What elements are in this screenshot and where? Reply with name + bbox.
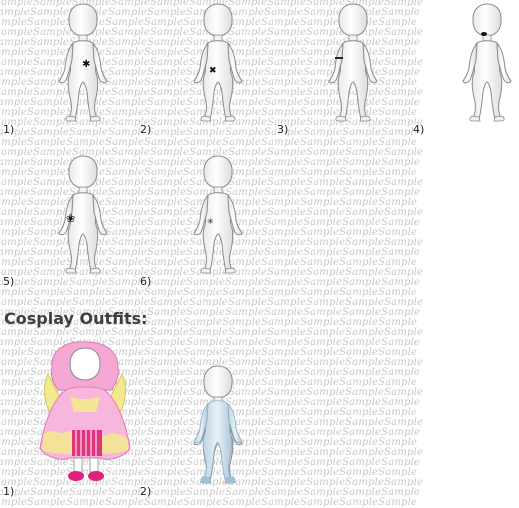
base-item-3[interactable] bbox=[318, 0, 388, 125]
watermark-row: SampleSampleSampleSampleSampleSampleSamp… bbox=[0, 327, 424, 338]
doll-base-figure: ✱ bbox=[58, 3, 108, 122]
doll-base-figure bbox=[328, 3, 378, 122]
cosplay-label-2: 2) bbox=[140, 485, 152, 498]
base-item-6[interactable]: ✳ bbox=[183, 152, 253, 277]
watermark-row: SampleSampleSampleSampleSampleSampleSamp… bbox=[0, 287, 418, 298]
cosplay-blue-outfit-figure bbox=[193, 365, 243, 484]
base-label-3: 3) bbox=[277, 123, 289, 136]
base-label-2: 2) bbox=[140, 123, 152, 136]
mark-star-icon: ✳ bbox=[207, 217, 214, 226]
base-label-4: 4) bbox=[413, 123, 425, 136]
doll-base-figure: ❀ bbox=[58, 155, 108, 274]
base-label-1: 1) bbox=[3, 123, 15, 136]
base-label-5: 5) bbox=[3, 275, 15, 288]
watermark-row: SampleSampleSampleSampleSampleSampleSamp… bbox=[0, 127, 421, 138]
cosplay-item-1[interactable] bbox=[30, 338, 140, 488]
base-item-2[interactable]: ✖ bbox=[183, 0, 253, 125]
mark-asterisk-icon: ✱ bbox=[82, 59, 90, 70]
cosplay-pink-dress-figure bbox=[39, 341, 131, 481]
mark-dash-icon bbox=[335, 57, 343, 59]
watermark-row: SampleSampleSampleSampleSampleSampleSamp… bbox=[0, 277, 421, 288]
cosplay-item-2[interactable] bbox=[183, 362, 253, 487]
base-item-4[interactable] bbox=[455, 0, 519, 125]
watermark-row: SampleSampleSampleSampleSampleSampleSamp… bbox=[0, 137, 418, 148]
doll-base-figure: ✳ bbox=[193, 155, 243, 274]
base-label-6: 6) bbox=[140, 275, 152, 288]
mark-x-icon: ✖ bbox=[209, 66, 217, 76]
watermark-row: SampleSampleSampleSampleSampleSampleSamp… bbox=[0, 487, 421, 498]
base-item-1[interactable]: ✱ bbox=[48, 0, 118, 125]
base-item-5[interactable]: ❀ bbox=[48, 152, 118, 277]
mark-dot-icon bbox=[481, 32, 487, 36]
cosplay-section-title: Cosplay Outfits: bbox=[4, 309, 148, 328]
cosplay-label-1: 1) bbox=[3, 485, 15, 498]
watermark-row: SampleSampleSampleSampleSampleSampleSamp… bbox=[0, 297, 424, 308]
doll-base-figure: ✖ bbox=[193, 3, 243, 122]
doll-base-figure bbox=[462, 3, 512, 122]
mark-scribble-icon: ❀ bbox=[66, 212, 75, 225]
